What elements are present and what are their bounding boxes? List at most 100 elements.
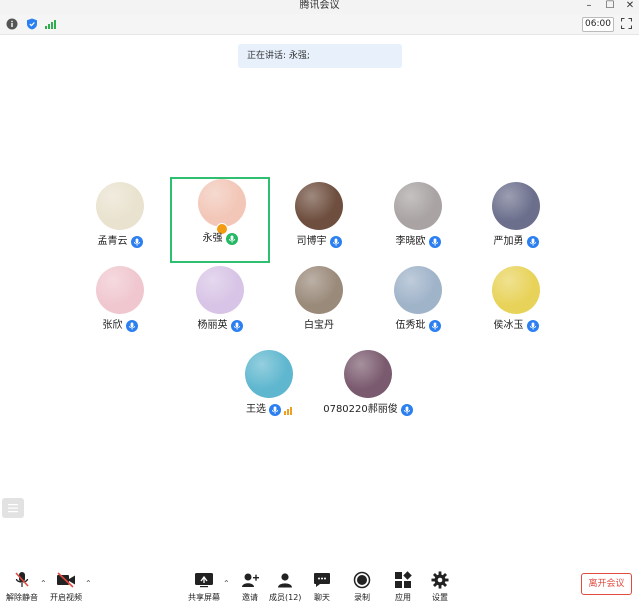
- chat-button[interactable]: 聊天: [311, 570, 333, 603]
- participant-name: 李晓欧: [395, 236, 426, 247]
- participant-tile[interactable]: 张欣: [70, 264, 170, 350]
- participant-tile[interactable]: 李晓欧: [368, 180, 468, 266]
- avatar: [295, 182, 343, 230]
- participant-name-row: 严加勇: [466, 234, 566, 250]
- mic-muted-icon: [15, 572, 29, 587]
- participant-name-row: 侯冰玉: [466, 318, 566, 334]
- video-off-icon: [57, 572, 75, 588]
- record-icon: [353, 571, 371, 589]
- security-shield-icon[interactable]: [26, 18, 38, 30]
- speaking-banner: 正在讲话: 永强;: [238, 44, 402, 68]
- participant-name-row: 杨丽英: [170, 318, 270, 334]
- close-button[interactable]: ✕: [623, 0, 637, 12]
- participant-tile[interactable]: 伍秀玭: [368, 264, 468, 350]
- maximize-button[interactable]: ☐: [603, 0, 617, 12]
- participant-name-row: 白宝丹: [269, 318, 369, 334]
- participant-name-row: 李晓欧: [368, 234, 468, 250]
- avatar: [196, 266, 244, 314]
- avatar: [245, 350, 293, 398]
- avatar: [344, 350, 392, 398]
- participant-name: 0780220郝丽俊: [323, 404, 398, 415]
- participant-name-row: 孟青云: [70, 234, 170, 250]
- participant-tile[interactable]: 王选: [219, 348, 319, 434]
- participant-name: 司博宇: [296, 236, 327, 247]
- participant-tile[interactable]: 白宝丹: [269, 264, 369, 350]
- mic-on-icon: [230, 320, 243, 332]
- participant-name: 杨丽英: [197, 320, 228, 331]
- info-icon[interactable]: [6, 18, 18, 30]
- gear-icon: [431, 571, 449, 589]
- minimize-button[interactable]: –: [582, 0, 596, 12]
- invite-button[interactable]: 邀请: [239, 570, 261, 603]
- window-title: 腾讯会议: [299, 0, 340, 11]
- unmute-label: 解除静音: [6, 593, 38, 602]
- chat-label: 聊天: [314, 593, 330, 602]
- participant-name: 永强: [202, 233, 223, 244]
- share-screen-icon: [195, 573, 213, 588]
- participant-tile[interactable]: 严加勇: [466, 180, 566, 266]
- participant-name-row: 司博宇: [269, 234, 369, 250]
- invite-label: 邀请: [242, 593, 258, 602]
- list-icon: [8, 504, 18, 513]
- mic-on-icon: [225, 233, 238, 245]
- avatar: [394, 182, 442, 230]
- avatar: [492, 266, 540, 314]
- participant-tile[interactable]: 侯冰玉: [466, 264, 566, 350]
- avatar: [96, 182, 144, 230]
- share-screen-button[interactable]: 共享屏幕: [188, 570, 220, 603]
- avatar: [295, 266, 343, 314]
- apps-button[interactable]: 应用: [392, 570, 414, 603]
- title-bar: 腾讯会议 – ☐ ✕: [0, 0, 639, 14]
- network-signal-icon[interactable]: [44, 18, 56, 30]
- video-options-caret[interactable]: ⌃: [85, 580, 93, 588]
- share-options-caret[interactable]: ⌃: [223, 580, 231, 588]
- participant-name: 孟青云: [97, 236, 128, 247]
- participant-tile[interactable]: 0780220郝丽俊: [318, 348, 418, 434]
- audio-options-caret[interactable]: ⌃: [40, 580, 48, 588]
- participant-tile[interactable]: 永强: [170, 177, 270, 263]
- settings-button[interactable]: 设置: [429, 570, 451, 603]
- participant-tile[interactable]: 孟青云: [70, 180, 170, 266]
- side-panel-handle[interactable]: [2, 498, 24, 518]
- participant-name: 张欣: [102, 320, 123, 331]
- members-icon: [278, 573, 293, 588]
- participant-name: 伍秀玭: [395, 320, 426, 331]
- avatar: [198, 179, 246, 227]
- participant-name-row: 伍秀玭: [368, 318, 468, 334]
- members-label: 成员(12): [269, 593, 302, 602]
- fullscreen-icon[interactable]: [621, 18, 632, 29]
- share-screen-label: 共享屏幕: [188, 593, 220, 602]
- mic-on-icon: [269, 404, 281, 416]
- participant-name: 严加勇: [493, 236, 524, 247]
- mic-on-icon: [428, 320, 441, 332]
- participant-name: 侯冰玉: [493, 320, 524, 331]
- mic-on-icon: [130, 236, 143, 248]
- record-button[interactable]: 录制: [351, 570, 373, 603]
- participant-name: 王选: [246, 404, 266, 415]
- mic-on-icon: [400, 404, 413, 416]
- settings-label: 设置: [432, 593, 448, 602]
- participant-name-row: 永强: [172, 231, 268, 247]
- participant-name-row: 王选: [219, 402, 319, 418]
- avatar: [394, 266, 442, 314]
- record-label: 录制: [354, 593, 370, 602]
- meeting-timer: 06:00: [582, 17, 614, 32]
- unmute-button[interactable]: 解除静音: [6, 570, 38, 603]
- avatar: [96, 266, 144, 314]
- leave-meeting-button[interactable]: 离开会议: [581, 573, 632, 595]
- mic-on-icon: [329, 236, 342, 248]
- apps-grid-icon: [395, 571, 412, 588]
- apps-label: 应用: [395, 593, 411, 602]
- participant-name: 白宝丹: [304, 320, 334, 331]
- participant-tile[interactable]: 司博宇: [269, 180, 369, 266]
- start-video-label: 开启视频: [50, 593, 82, 602]
- participant-name-row: 张欣: [70, 318, 170, 334]
- members-button[interactable]: 成员(12): [269, 570, 301, 603]
- meeting-info-bar: 06:00: [0, 14, 639, 35]
- participant-name-row: 0780220郝丽俊: [318, 402, 418, 418]
- bottom-toolbar: 解除静音 ⌃ 开启视频 ⌃ 共享屏幕 ⌃ 邀请 成员(12) 聊天 录制 应用 …: [0, 562, 639, 602]
- start-video-button[interactable]: 开启视频: [50, 570, 82, 603]
- mic-on-icon: [526, 320, 539, 332]
- mic-on-icon: [125, 320, 138, 332]
- participant-tile[interactable]: 杨丽英: [170, 264, 270, 350]
